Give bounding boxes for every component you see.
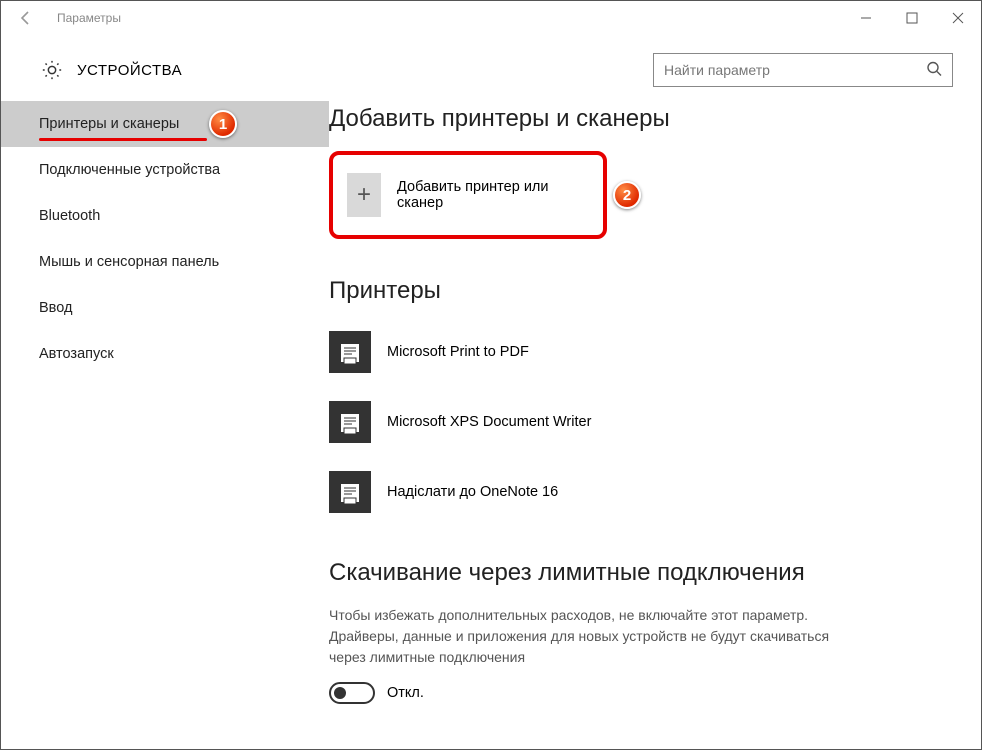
add-printers-section: Добавить принтеры и сканеры + Добавить п… <box>329 105 953 239</box>
header: УСТРОЙСТВА Найти параметр <box>1 35 981 101</box>
annotation-underline <box>39 138 207 141</box>
callout-badge-1: 1 <box>209 110 237 138</box>
maximize-button[interactable] <box>889 1 935 35</box>
sidebar-item-mouse[interactable]: Мышь и сенсорная панель <box>1 239 329 285</box>
section-heading: Скачивание через лимитные подключения <box>329 559 953 587</box>
window-controls <box>843 1 981 35</box>
header-left: УСТРОЙСТВА <box>41 59 182 81</box>
annotation-ring: + Добавить принтер или сканер 2 <box>329 151 607 239</box>
minimize-button[interactable] <box>843 1 889 35</box>
printer-item[interactable]: Microsoft Print to PDF <box>329 323 953 381</box>
printers-section: Принтеры Microsoft Print to PDF Microsof… <box>329 277 953 521</box>
sidebar-item-label: Ввод <box>39 300 72 316</box>
content: Добавить принтеры и сканеры + Добавить п… <box>329 101 981 750</box>
toggle-knob <box>334 687 346 699</box>
printer-label: Microsoft XPS Document Writer <box>387 414 591 430</box>
sidebar: Принтеры и сканеры 1 Подключенные устрой… <box>1 101 329 750</box>
close-button[interactable] <box>935 1 981 35</box>
printer-item[interactable]: Надіслати до OneNote 16 <box>329 463 953 521</box>
search-placeholder: Найти параметр <box>664 62 770 78</box>
add-printer-button[interactable]: + Добавить принтер или сканер <box>339 165 563 225</box>
settings-window: Параметры УСТРОЙСТВА Найти параметр Прин… <box>0 0 982 750</box>
metered-section: Скачивание через лимитные подключения Чт… <box>329 559 953 704</box>
sidebar-item-printers[interactable]: Принтеры и сканеры 1 <box>1 101 329 147</box>
sidebar-item-label: Принтеры и сканеры <box>39 116 179 132</box>
toggle-label: Откл. <box>387 685 424 701</box>
add-printer-label: Добавить принтер или сканер <box>397 179 553 211</box>
gear-icon <box>41 59 63 81</box>
page-title: УСТРОЙСТВА <box>77 62 182 79</box>
sidebar-item-autoplay[interactable]: Автозапуск <box>1 331 329 377</box>
printer-icon <box>329 401 371 443</box>
metered-toggle[interactable] <box>329 682 375 704</box>
body: Принтеры и сканеры 1 Подключенные устрой… <box>1 101 981 750</box>
callout-badge-2: 2 <box>613 181 641 209</box>
printer-label: Надіслати до OneNote 16 <box>387 484 558 500</box>
maximize-icon <box>906 12 918 24</box>
toggle-row: Откл. <box>329 682 953 704</box>
close-icon <box>952 12 964 24</box>
sidebar-item-label: Подключенные устройства <box>39 162 220 178</box>
printer-icon <box>329 471 371 513</box>
metered-description: Чтобы избежать дополнительных расходов, … <box>329 605 849 668</box>
section-heading: Принтеры <box>329 277 953 305</box>
back-button[interactable] <box>9 1 43 35</box>
sidebar-item-label: Автозапуск <box>39 346 114 362</box>
sidebar-item-bluetooth[interactable]: Bluetooth <box>1 193 329 239</box>
section-heading: Добавить принтеры и сканеры <box>329 105 953 133</box>
search-input[interactable]: Найти параметр <box>653 53 953 87</box>
sidebar-item-label: Bluetooth <box>39 208 100 224</box>
minimize-icon <box>860 12 872 24</box>
sidebar-item-label: Мышь и сенсорная панель <box>39 254 219 270</box>
window-title: Параметры <box>57 11 121 25</box>
sidebar-item-connected[interactable]: Подключенные устройства <box>1 147 329 193</box>
search-icon <box>926 61 942 80</box>
sidebar-item-typing[interactable]: Ввод <box>1 285 329 331</box>
arrow-left-icon <box>18 10 34 26</box>
plus-icon: + <box>347 173 381 217</box>
titlebar: Параметры <box>1 1 981 35</box>
printer-label: Microsoft Print to PDF <box>387 344 529 360</box>
printer-item[interactable]: Microsoft XPS Document Writer <box>329 393 953 451</box>
printer-icon <box>329 331 371 373</box>
